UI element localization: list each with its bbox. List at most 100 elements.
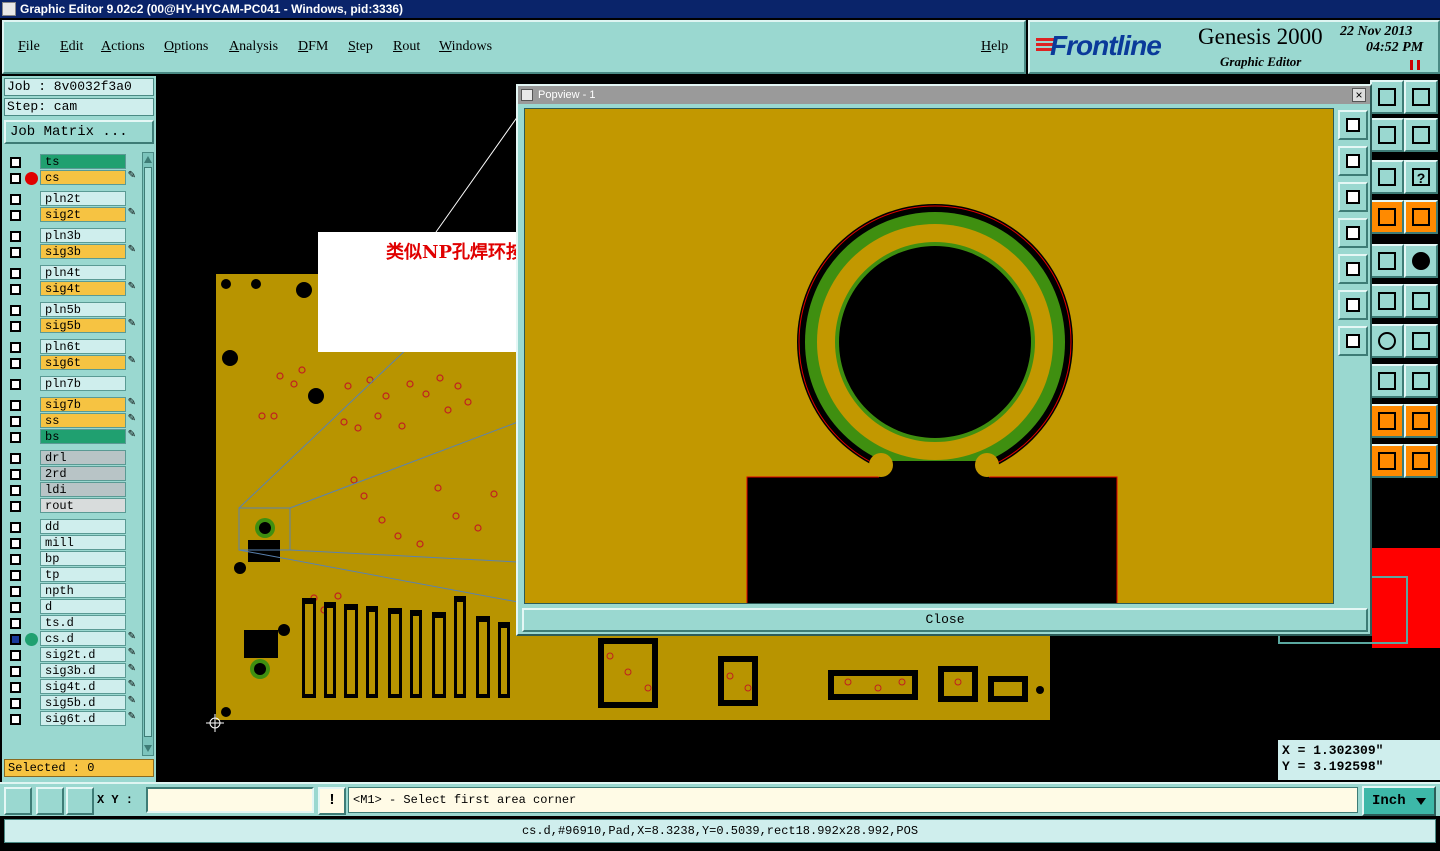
pause-icon[interactable] xyxy=(1410,60,1420,70)
tool-window-icon[interactable] xyxy=(1370,80,1404,114)
layer-name[interactable]: mill xyxy=(40,535,126,550)
layer-name[interactable]: dd xyxy=(40,519,126,534)
popview-down-icon[interactable] xyxy=(1338,182,1368,212)
layer-name[interactable]: ss xyxy=(40,413,126,428)
layer-row[interactable]: sig7b ✎ xyxy=(4,397,140,413)
layer-name[interactable]: pln3b xyxy=(40,228,126,243)
layer-row[interactable]: rout xyxy=(4,498,140,514)
layer-row[interactable]: sig6t ✎ xyxy=(4,355,140,371)
layer-row[interactable]: sig6t.d ✎ xyxy=(4,711,140,727)
layer-list-scrollbar[interactable] xyxy=(142,152,154,756)
layer-checkbox[interactable] xyxy=(10,416,21,427)
tool-connect-blue-icon[interactable] xyxy=(1404,284,1438,318)
layer-checkbox[interactable] xyxy=(10,157,21,168)
layer-checkbox[interactable] xyxy=(10,714,21,725)
scroll-down-icon[interactable] xyxy=(144,745,152,753)
layer-row[interactable]: sig5b ✎ xyxy=(4,318,140,334)
tool-move-icon[interactable] xyxy=(1370,364,1404,398)
layer-row[interactable]: cs.d ✎ xyxy=(4,631,140,647)
layer-name[interactable]: pln5b xyxy=(40,302,126,317)
tool-select-icon[interactable] xyxy=(1370,444,1404,478)
tool-mirror-icon[interactable] xyxy=(1404,324,1438,358)
tool-layout-icon[interactable] xyxy=(1404,80,1438,114)
layer-row[interactable]: pln3b xyxy=(4,228,140,244)
layer-checkbox[interactable] xyxy=(10,358,21,369)
tool-square-icon[interactable] xyxy=(1370,118,1404,152)
layer-checkbox[interactable] xyxy=(10,618,21,629)
layer-name[interactable]: 2rd xyxy=(40,466,126,481)
layer-row[interactable]: 2rd xyxy=(4,466,140,482)
menu-step[interactable]: Step xyxy=(348,39,373,55)
layer-checkbox[interactable] xyxy=(10,305,21,316)
menu-analysis[interactable]: Analysis xyxy=(229,39,278,55)
layer-row[interactable]: bp xyxy=(4,551,140,567)
layer-row[interactable]: sig4t ✎ xyxy=(4,281,140,297)
popview-up-icon[interactable] xyxy=(1338,146,1368,176)
tool-group-icon[interactable] xyxy=(1404,364,1438,398)
layer-checkbox[interactable] xyxy=(10,231,21,242)
zoom-area-icon[interactable] xyxy=(4,787,32,815)
tool-help-icon[interactable]: ? xyxy=(1404,160,1438,194)
layer-checkbox[interactable] xyxy=(10,342,21,353)
scroll-thumb[interactable] xyxy=(144,167,152,737)
window-title-bar[interactable]: Graphic Editor 9.02c2 (00@HY-HYCAM-PC041… xyxy=(0,0,1440,18)
popview-zoom-in-icon[interactable] xyxy=(1338,290,1368,320)
scroll-up-icon[interactable] xyxy=(144,155,152,163)
layer-row[interactable]: sig5b.d ✎ xyxy=(4,695,140,711)
layer-row[interactable]: ts.d xyxy=(4,615,140,631)
menu-options[interactable]: Options xyxy=(164,39,208,55)
tool-pad-icon[interactable] xyxy=(1404,244,1438,278)
layer-row[interactable]: bs ✎ xyxy=(4,429,140,445)
layer-row[interactable]: pln2t xyxy=(4,191,140,207)
layer-checkbox[interactable] xyxy=(10,268,21,279)
grid-icon[interactable] xyxy=(66,787,94,815)
layer-checkbox[interactable] xyxy=(10,501,21,512)
layer-row[interactable]: ts xyxy=(4,154,140,170)
layer-row[interactable]: ss ✎ xyxy=(4,413,140,429)
menu-windows[interactable]: Windows xyxy=(439,39,492,55)
xy-input[interactable] xyxy=(146,787,314,813)
layer-name[interactable]: ldi xyxy=(40,482,126,497)
tool-net-icon[interactable] xyxy=(1370,200,1404,234)
layer-name[interactable]: ts.d xyxy=(40,615,126,630)
layer-name[interactable]: tp xyxy=(40,567,126,582)
layer-row[interactable]: sig2t ✎ xyxy=(4,207,140,223)
menu-dfm[interactable]: DFM xyxy=(298,39,328,55)
layer-checkbox[interactable] xyxy=(10,247,21,258)
popview-title-bar[interactable]: Popview - 1 × xyxy=(518,86,1370,104)
tool-ruler-icon[interactable] xyxy=(1370,244,1404,278)
tool-circle-icon[interactable] xyxy=(1370,324,1404,358)
popview-close-button[interactable]: Close xyxy=(522,608,1368,632)
job-matrix-button[interactable]: Job Matrix ... xyxy=(4,120,154,144)
layer-checkbox[interactable] xyxy=(10,554,21,565)
tool-snake-icon[interactable] xyxy=(1404,118,1438,152)
alert-icon[interactable]: ! xyxy=(318,787,346,815)
layer-checkbox[interactable] xyxy=(10,210,21,221)
layer-name[interactable]: sig4t xyxy=(40,281,126,296)
layer-name[interactable]: sig6t.d xyxy=(40,711,126,726)
layer-checkbox[interactable] xyxy=(10,485,21,496)
popview-left-icon[interactable] xyxy=(1338,218,1368,248)
layer-name[interactable]: cs.d xyxy=(40,631,126,646)
layer-checkbox[interactable] xyxy=(10,522,21,533)
layer-checkbox[interactable] xyxy=(10,453,21,464)
layer-checkbox[interactable] xyxy=(10,570,21,581)
layer-name[interactable]: d xyxy=(40,599,126,614)
layer-name[interactable]: sig5b xyxy=(40,318,126,333)
layer-row[interactable]: ldi xyxy=(4,482,140,498)
layer-name[interactable]: ts xyxy=(40,154,126,169)
menu-rout[interactable]: Rout xyxy=(393,39,420,55)
layer-name[interactable]: sig4t.d xyxy=(40,679,126,694)
layer-name[interactable]: cs xyxy=(40,170,126,185)
layer-name[interactable]: drl xyxy=(40,450,126,465)
measure-icon[interactable] xyxy=(36,787,64,815)
layer-row[interactable]: dd xyxy=(4,519,140,535)
layer-row[interactable]: pln4t xyxy=(4,265,140,281)
tool-route-icon[interactable] xyxy=(1404,444,1438,478)
layer-row[interactable]: sig3b ✎ xyxy=(4,244,140,260)
layer-checkbox[interactable] xyxy=(10,634,21,645)
unit-selector[interactable]: Inch xyxy=(1362,786,1436,816)
menu-actions[interactable]: Actions xyxy=(101,39,145,55)
layer-name[interactable]: sig3b xyxy=(40,244,126,259)
layer-row[interactable]: tp xyxy=(4,567,140,583)
